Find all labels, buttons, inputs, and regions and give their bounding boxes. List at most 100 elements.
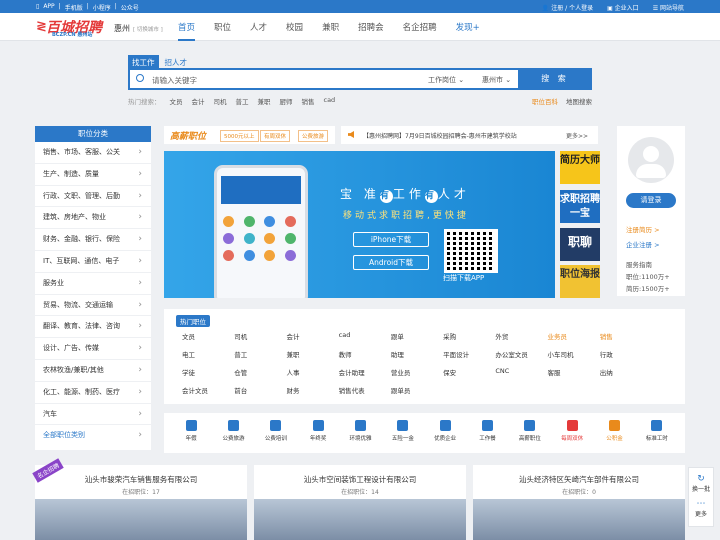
category-item[interactable]: 建筑、房地产、物业 bbox=[35, 207, 151, 230]
hot-keyword[interactable]: 司机 bbox=[214, 96, 227, 106]
city-switch[interactable]: 惠州[ 切换城市 ] bbox=[114, 23, 163, 34]
login-link[interactable]: 👤 注册 / 个人登录 bbox=[542, 3, 593, 12]
hot-job-link[interactable]: 普工 bbox=[234, 349, 286, 359]
company-card[interactable]: 汕头经济特区矢崎汽车部件有限公司 在招职位：0 bbox=[473, 465, 685, 540]
hot-job-link[interactable]: 销售代表 bbox=[339, 385, 391, 395]
category-item[interactable]: 贸易、物流、交通运输 bbox=[35, 295, 151, 317]
hot-job-link[interactable]: 助理 bbox=[391, 349, 443, 359]
hot-job-link[interactable]: 出纳 bbox=[600, 367, 652, 377]
hot-job-link[interactable]: 采购 bbox=[443, 331, 495, 341]
login-button[interactable]: 请登录 bbox=[626, 193, 676, 208]
hot-job-link[interactable]: 行政 bbox=[600, 349, 652, 359]
hot-job-link[interactable]: 人事 bbox=[286, 367, 338, 377]
notice-link[interactable]: 【惠州招聘网】7月9日百城校园招聘会-惠州市建筑学校站 bbox=[363, 131, 517, 140]
company-card[interactable]: 汕头市空间装饰工程设计有限公司 在招职位：14 bbox=[254, 465, 466, 540]
hot-keyword[interactable]: 文员 bbox=[170, 96, 183, 106]
category-item[interactable]: 汽车 bbox=[35, 404, 151, 426]
app-banner[interactable]: 宝 准有工作有人才 移动式求职招聘,更快捷 iPhone下载 Android下载… bbox=[164, 151, 555, 298]
hot-keyword[interactable]: 会计 bbox=[192, 96, 205, 106]
category-item[interactable]: 农林牧渔/兼职/其他 bbox=[35, 360, 151, 382]
area-select[interactable]: 惠州市 ⌄ bbox=[482, 75, 511, 85]
category-item[interactable]: 行政、文职、管理、后勤 bbox=[35, 186, 151, 208]
nav-discover[interactable]: 发现+ bbox=[456, 21, 480, 41]
hot-job-link[interactable]: 保安 bbox=[443, 367, 495, 377]
hot-job-link[interactable]: 会计 bbox=[286, 331, 338, 341]
wechat-link[interactable]: 公众号 bbox=[121, 3, 139, 12]
welfare-item[interactable]: 环境优雅 bbox=[339, 418, 381, 442]
welfare-item[interactable]: 工作餐 bbox=[466, 418, 508, 442]
job-type-select[interactable]: 工作岗位 ⌄ bbox=[428, 75, 464, 85]
site-logo[interactable]: ≷ 百城招聘 BCZP.CN 惠州站 bbox=[36, 17, 106, 38]
hot-job-link[interactable]: CNC bbox=[495, 367, 547, 377]
hot-job-link[interactable]: 文员 bbox=[182, 331, 234, 341]
search-button[interactable]: 搜 索 bbox=[518, 68, 592, 90]
hot-keyword[interactable]: 销售 bbox=[302, 96, 315, 106]
welfare-item[interactable]: 公费旅游 bbox=[212, 418, 254, 442]
category-item[interactable]: 设计、广告、传媒 bbox=[35, 338, 151, 360]
hot-job-link[interactable]: 平面设计 bbox=[443, 349, 495, 359]
high-salary-banner[interactable]: 高薪职位 5000元以上 有周双休 公费旅游 bbox=[164, 126, 335, 144]
welfare-item[interactable]: 标准工时 bbox=[636, 418, 678, 442]
miniprogram-link[interactable]: 小程序 bbox=[93, 3, 111, 12]
zhiliao-ad[interactable]: 职聊 bbox=[560, 228, 600, 261]
hot-job-link[interactable]: 客服 bbox=[548, 367, 600, 377]
welfare-item[interactable]: 优质企业 bbox=[424, 418, 466, 442]
search-input[interactable]: 请输入关键字 bbox=[152, 75, 197, 86]
hot-job-link[interactable]: 销售 bbox=[600, 331, 652, 341]
hot-job-link[interactable]: 业务员 bbox=[548, 331, 600, 341]
app-link[interactable]: APP bbox=[43, 3, 54, 12]
iphone-download-button[interactable]: iPhone下载 bbox=[353, 232, 429, 247]
welfare-item[interactable]: 高薪职位 bbox=[509, 418, 551, 442]
hot-job-link[interactable]: 营业员 bbox=[391, 367, 443, 377]
more-button[interactable]: 更多 bbox=[689, 509, 713, 518]
all-categories-link[interactable]: 全部职位类别 bbox=[35, 425, 151, 447]
nav-jobfair[interactable]: 招聘会 bbox=[358, 21, 384, 41]
site-nav-link[interactable]: ☰ 网站导航 bbox=[653, 3, 684, 12]
notice-more-link[interactable]: 更多>> bbox=[566, 131, 588, 140]
hot-job-link[interactable]: 跟单员 bbox=[391, 385, 443, 395]
hot-job-link[interactable]: 仓管 bbox=[234, 367, 286, 377]
hot-job-link[interactable]: 兼职 bbox=[286, 349, 338, 359]
nav-talent[interactable]: 人才 bbox=[250, 21, 267, 41]
nav-famous[interactable]: 名企招聘 bbox=[403, 21, 437, 41]
hot-job-link[interactable]: 前台 bbox=[234, 385, 286, 395]
hot-job-link[interactable]: 电工 bbox=[182, 349, 234, 359]
switch-batch-button[interactable]: 换一批 bbox=[689, 484, 713, 493]
welfare-item[interactable]: 五险一金 bbox=[382, 418, 424, 442]
company-card[interactable]: 名企招聘 汕头市骏荣汽车销售服务有限公司 在招职位：17 bbox=[32, 458, 247, 540]
category-item[interactable]: 翻译、教育、法律、咨询 bbox=[35, 316, 151, 339]
nav-parttime[interactable]: 兼职 bbox=[322, 21, 339, 41]
register-resume-link[interactable]: 注册简历 > bbox=[626, 224, 660, 234]
hot-job-link[interactable]: 跟单 bbox=[391, 331, 443, 341]
hot-keyword[interactable]: 普工 bbox=[236, 96, 249, 106]
category-item[interactable]: 化工、能源、制药、医疗 bbox=[35, 382, 151, 404]
hot-job-link[interactable]: 教师 bbox=[339, 349, 391, 359]
map-search-link[interactable]: 地图搜索 bbox=[566, 96, 592, 106]
hot-job-link[interactable]: 学徒 bbox=[182, 367, 234, 377]
welfare-item[interactable]: 每周双休 bbox=[551, 418, 593, 442]
register-company-link[interactable]: 企业注册 > bbox=[626, 239, 660, 249]
welfare-item[interactable]: 公积金 bbox=[593, 418, 635, 442]
hot-job-link[interactable]: 财务 bbox=[286, 385, 338, 395]
category-item[interactable]: 销售、市场、客服、公关 bbox=[35, 142, 151, 164]
hot-keyword[interactable]: 厨师 bbox=[280, 96, 293, 106]
welfare-item[interactable]: 公费培训 bbox=[255, 418, 297, 442]
hot-job-link[interactable]: 司机 bbox=[234, 331, 286, 341]
hot-job-link[interactable]: 会计文员 bbox=[182, 385, 234, 395]
category-item[interactable]: 财务、金融、银行、保险 bbox=[35, 229, 151, 251]
job-wiki-link[interactable]: 职位百科 bbox=[532, 96, 558, 106]
welfare-item[interactable]: 年假 bbox=[170, 418, 212, 442]
resume-master-ad[interactable]: 简历大师 bbox=[560, 151, 600, 184]
category-item[interactable]: 生产、制造、质量 bbox=[35, 164, 151, 186]
hot-job-link[interactable]: 小车司机 bbox=[548, 349, 600, 359]
recruit-app-ad[interactable]: 求职招聘一宝 bbox=[560, 190, 600, 223]
nav-home[interactable]: 首页 bbox=[178, 21, 196, 41]
android-download-button[interactable]: Android下载 bbox=[353, 255, 429, 270]
nav-jobs[interactable]: 职位 bbox=[214, 21, 231, 41]
category-item[interactable]: IT、互联网、通信、电子 bbox=[35, 251, 151, 273]
category-item[interactable]: 服务业 bbox=[35, 273, 151, 295]
mobile-link[interactable]: 手机版 bbox=[65, 3, 83, 12]
hot-keyword[interactable]: cad bbox=[324, 96, 336, 106]
hot-job-link[interactable]: cad bbox=[339, 331, 391, 341]
hot-job-link[interactable]: 办公室文员 bbox=[495, 349, 547, 359]
